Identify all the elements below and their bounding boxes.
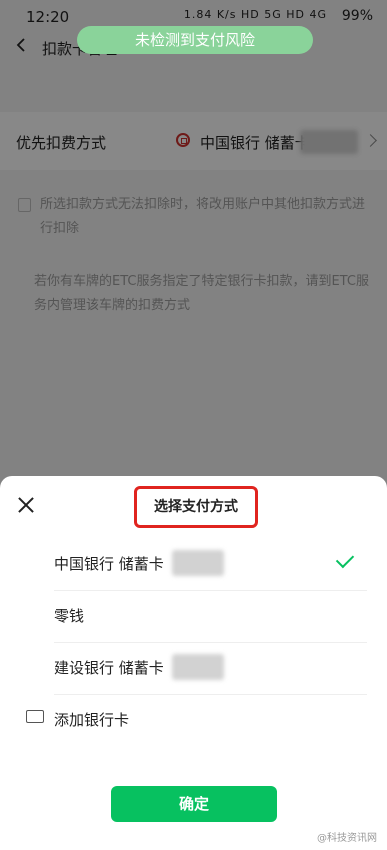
payment-sheet: 选择支付方式 中国银行 储蓄卡 零钱 建设银行 储蓄卡 添加银行卡 确定	[0, 476, 387, 850]
risk-toast: 未检测到支付风险	[77, 26, 313, 54]
option-label: 中国银行 储蓄卡	[54, 555, 164, 573]
check-icon	[335, 549, 355, 569]
close-icon[interactable]	[18, 497, 34, 513]
confirm-button[interactable]: 确定	[111, 786, 277, 822]
add-card-label: 添加银行卡	[54, 711, 130, 729]
option-label: 建设银行 储蓄卡	[54, 659, 164, 677]
sheet-title: 选择支付方式	[134, 486, 258, 528]
option-label: 零钱	[54, 607, 85, 625]
card-icon	[26, 710, 44, 723]
add-card-row[interactable]: 添加银行卡	[0, 694, 387, 746]
option-ccb[interactable]: 建设银行 储蓄卡	[54, 642, 367, 695]
watermark: @科技资讯网	[317, 833, 377, 844]
option-balance[interactable]: 零钱	[54, 590, 367, 643]
option-boc[interactable]: 中国银行 储蓄卡	[54, 538, 367, 591]
masked-card-number	[172, 550, 224, 576]
masked-card-number	[172, 654, 224, 680]
